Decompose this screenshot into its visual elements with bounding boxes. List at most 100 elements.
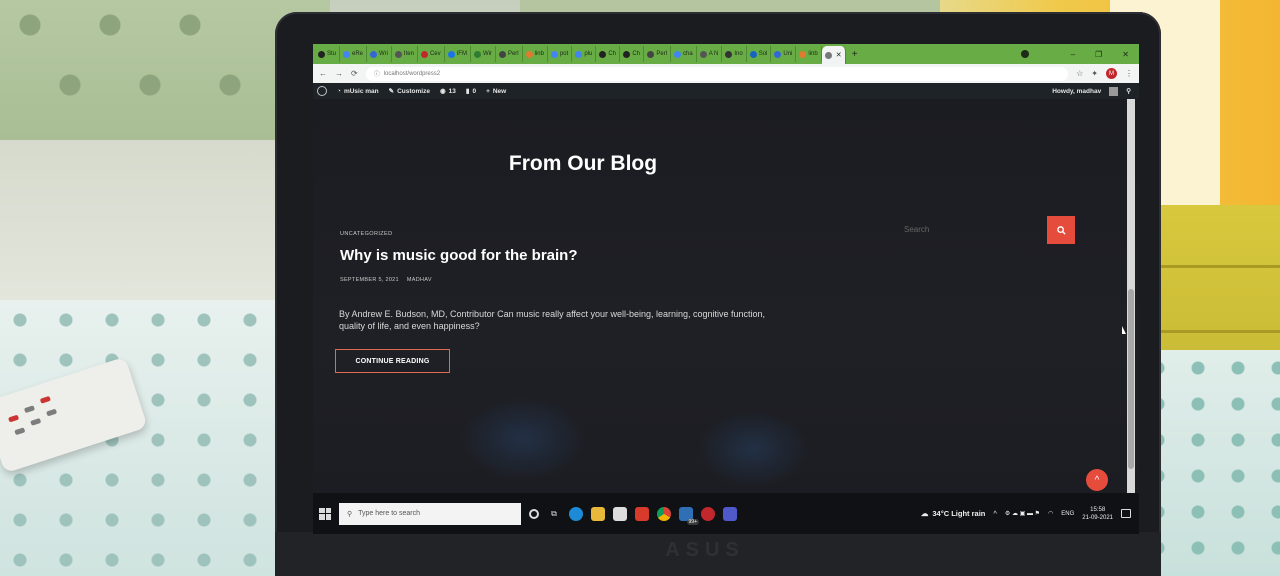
profile-avatar[interactable]: M [1106,68,1117,79]
search-icon: ⚲ [347,510,353,518]
browser-tab-label: Cev [429,51,441,57]
browser-tab[interactable]: IFM [445,46,471,62]
windows-taskbar: ⚲ Type here to search ⧉ 99+ ☁ 34°C Light… [313,493,1139,534]
browser-tab[interactable]: eRe [340,46,368,62]
mouse-cursor [1122,326,1126,334]
active-browser-tab[interactable]: ✕ [821,46,846,64]
chrome-profile-icon[interactable] [701,506,715,521]
browser-tab[interactable]: Perl [496,46,523,62]
browser-tab[interactable]: Uni [771,46,797,62]
reload-button[interactable]: ⟳ [351,69,358,78]
document-icon [774,50,782,58]
forward-button[interactable]: → [335,69,343,78]
browser-tab[interactable]: Ch [596,46,621,62]
square-icon [749,50,757,58]
toolbar-actions: ☆ ✦ M ⋮ [1076,68,1133,79]
taskbar-search-box[interactable]: ⚲ Type here to search [339,502,521,525]
browser-tab-label: Ino [734,51,743,57]
browser-tab-label: A N [708,51,719,57]
clock[interactable]: 15:58 21-09-2021 [1082,506,1113,522]
back-button[interactable]: ← [319,69,327,78]
new-tab-button[interactable]: + [852,49,858,60]
notification-icon[interactable] [1121,509,1131,518]
browser-tab[interactable]: Wri [367,46,392,62]
browser-tab-label: Ch [632,51,640,57]
store-icon[interactable] [613,506,627,521]
post-author[interactable]: MADHAV [407,277,432,283]
search-submit-button[interactable] [1047,216,1075,244]
scrollbar-thumb[interactable] [1128,289,1134,469]
continue-reading-button[interactable]: CONTINUE READING [335,349,450,373]
blog-heading: From Our Blog [508,152,658,175]
site-name-link[interactable]: ◔ mUsic man [337,88,379,95]
record-icon [1020,49,1029,58]
page-scrollbar[interactable] [1127,99,1135,493]
post-title-link[interactable]: Why is music good for the brain? [340,247,578,264]
customize-link[interactable]: ✎ Customize [388,87,430,96]
window-icon [647,50,655,58]
start-button[interactable] [319,507,331,520]
teams-icon[interactable] [723,506,737,521]
cloud-icon: ☁ [920,509,929,518]
browser-tab[interactable]: Stu [315,46,341,62]
post-category-link[interactable]: UNCATEGORIZED [340,231,392,237]
browser-tab[interactable]: A N [697,46,723,62]
file-explorer-icon[interactable] [591,506,605,521]
browser-tab[interactable]: linb [523,46,548,62]
leaf-icon [473,50,481,58]
extensions-icon[interactable]: ✦ [1091,69,1098,78]
link-icon [525,50,533,58]
close-window-button[interactable]: ✕ [1122,50,1129,59]
browser-tab[interactable]: cha [671,46,697,62]
scroll-to-top-button[interactable]: ^ [1086,469,1108,491]
restore-button[interactable]: ❐ [1095,50,1102,59]
brush-icon: ✎ [388,88,395,95]
plus-icon: + [486,87,490,95]
browser-tab-label: eRe [352,51,364,57]
menu-icon[interactable]: ⋮ [1125,69,1133,78]
mail-icon[interactable]: 99+ [679,506,699,525]
laptop-screen: Stu eRe Wri Iten Cev IFM Wir Perl linb pot plu Ch Ch… [313,44,1139,534]
bookmark-star-icon[interactable]: ☆ [1076,69,1083,78]
sidebar-search-input[interactable]: Search [896,216,1046,243]
browser-tab[interactable]: Ino [722,46,747,62]
minimize-button[interactable]: – [1071,50,1075,59]
browser-tab[interactable]: Iten [392,46,418,62]
post-date[interactable]: SEPTEMBER 5, 2021 [340,277,399,283]
wifi-icon[interactable]: ◠ [1048,510,1053,517]
howdy-user-link[interactable]: Howdy, madhav [1052,88,1101,95]
wordpress-icon[interactable] [317,86,327,96]
edge-icon[interactable] [569,506,583,521]
search-icon[interactable]: ⚲ [1126,87,1131,95]
browser-tab[interactable]: Ch [620,46,645,62]
url-text: localhost/wordpress2 [383,70,441,77]
search-icon [1056,225,1066,235]
tray-icons[interactable]: ⚙ ☁ ▣ ▬ ⚑ [1005,510,1040,517]
mail-badge: 99+ [686,518,699,525]
browser-tab[interactable]: Perl [644,46,671,62]
weather-widget[interactable]: ☁ 34°C Light rain [921,509,986,518]
browser-tab-label: Stu [327,51,337,57]
task-view-icon[interactable]: ⧉ [547,507,561,521]
office-icon[interactable] [635,506,649,521]
browser-tab[interactable]: pot [548,46,573,62]
browser-tab[interactable]: linb [796,46,822,62]
browser-tab[interactable]: Wir [471,46,496,62]
language-indicator[interactable]: ENG [1061,511,1074,517]
address-bar[interactable]: ⓘ localhost/wordpress2 [365,66,1069,81]
close-tab-icon[interactable]: ✕ [836,51,842,59]
browser-tab[interactable]: Cev [418,46,445,62]
chrome-icon[interactable] [657,506,671,521]
user-avatar[interactable] [1109,86,1119,96]
chevron-up-icon[interactable]: ^ [993,509,997,518]
browser-tab[interactable]: Sol [747,46,772,62]
github-icon [623,50,631,58]
browser-tab-label: cha [683,51,693,57]
github-icon [318,50,325,58]
updates-link[interactable]: ◉ 13 [440,87,456,96]
comments-link[interactable]: ▮ 0 [466,87,476,96]
gear-icon [394,50,402,58]
browser-tab[interactable]: plu [572,46,597,62]
cortana-icon[interactable] [529,508,539,519]
new-content-link[interactable]: + New [486,88,506,95]
